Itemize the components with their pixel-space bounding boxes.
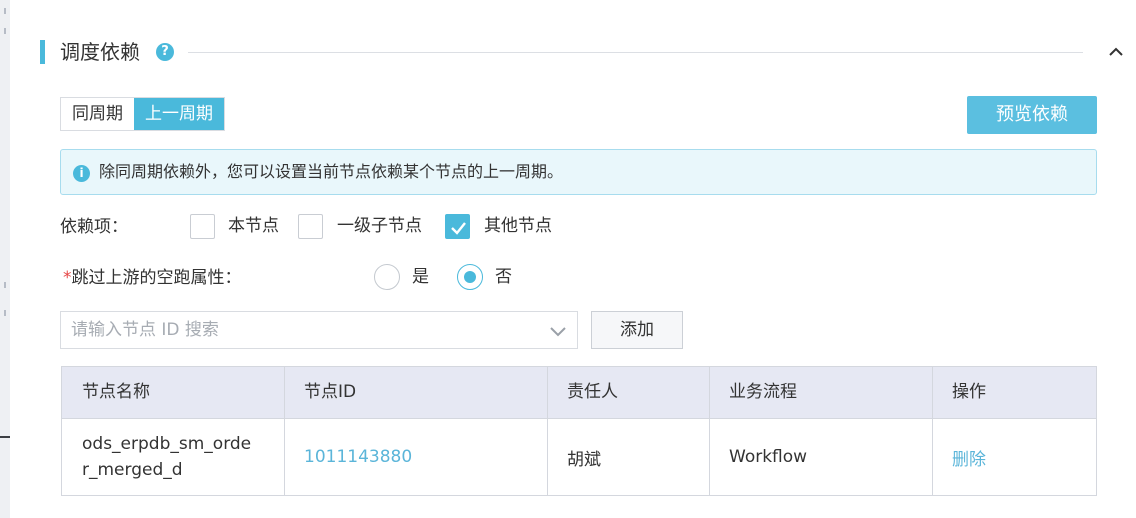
- table-header: 节点名称 节点ID 责任人 业务流程 操作: [62, 367, 1096, 419]
- cell-node-id: 1011143880: [284, 419, 547, 495]
- section-accent-bar: [40, 40, 45, 64]
- radio-yes-label: 是: [412, 267, 429, 287]
- radio-no-label: 否: [495, 267, 512, 287]
- section-header: 调度依赖 ?: [40, 38, 1126, 66]
- info-alert: i 除同周期依赖外，您可以设置当前节点依赖某个节点的上一周期。: [60, 149, 1097, 195]
- column-divider: [547, 367, 548, 495]
- edge-divider: [0, 436, 10, 438]
- radio-yes[interactable]: [374, 264, 400, 290]
- info-text: 除同周期依赖外，您可以设置当前节点依赖某个节点的上一周期。: [99, 162, 564, 181]
- cycle-tab-group: 同周期 上一周期: [60, 97, 225, 131]
- search-placeholder: 请输入节点 ID 搜索: [71, 320, 219, 340]
- node-search-select[interactable]: 请输入节点 ID 搜索: [60, 311, 578, 349]
- section-title: 调度依赖: [60, 40, 140, 64]
- column-header-node-id: 节点ID: [304, 382, 357, 402]
- column-divider: [932, 367, 933, 495]
- column-divider: [709, 367, 710, 495]
- cell-action: 删除: [932, 419, 1096, 495]
- checkbox-first-level-child-label: 一级子节点: [337, 216, 422, 236]
- schedule-dependency-panel: 调度依赖 ? 同周期 上一周期 预览依赖 i 除同周期依赖外，您可以设置当前节点…: [10, 0, 1136, 518]
- check-icon: [451, 222, 466, 235]
- info-icon: i: [73, 165, 90, 182]
- column-divider: [284, 367, 285, 495]
- column-header-workflow: 业务流程: [729, 382, 797, 402]
- column-header-node-name: 节点名称: [82, 382, 150, 402]
- column-header-action: 操作: [952, 382, 986, 402]
- edge-marker: [4, 8, 6, 14]
- checkbox-first-level-child[interactable]: [298, 214, 323, 239]
- edge-marker: [4, 28, 6, 34]
- cell-owner: 胡斌: [567, 449, 601, 470]
- checkbox-this-node[interactable]: [190, 214, 215, 239]
- checkbox-other-nodes-label: 其他节点: [484, 216, 552, 236]
- skip-upstream-label: *跳过上游的空跑属性：: [63, 266, 242, 290]
- dependency-table: 节点名称 节点ID 责任人 业务流程 操作 ods_erpdb_sm_order…: [61, 366, 1097, 496]
- add-button[interactable]: 添加: [591, 311, 683, 349]
- dependency-label: 依赖项：: [60, 217, 128, 237]
- delete-link[interactable]: 删除: [952, 445, 986, 470]
- left-edge-strip: [0, 0, 10, 518]
- chevron-up-icon[interactable]: [1106, 40, 1126, 64]
- edge-marker: [4, 310, 6, 316]
- help-icon[interactable]: ?: [156, 43, 174, 61]
- table-row: ods_erpdb_sm_order_merged_d 1011143880 胡…: [62, 419, 1096, 495]
- chevron-down-icon[interactable]: [549, 323, 567, 337]
- radio-no[interactable]: [457, 264, 483, 290]
- tab-same-cycle[interactable]: 同周期: [61, 98, 134, 130]
- header-divider: [188, 52, 1083, 53]
- cell-workflow: Workflow: [729, 447, 808, 467]
- checkbox-this-node-label: 本节点: [228, 216, 279, 236]
- radio-dot: [464, 271, 476, 283]
- skip-upstream-label-text: 跳过上游的空跑属性：: [71, 268, 242, 288]
- required-mark: *: [63, 268, 72, 288]
- edge-marker: [4, 282, 6, 288]
- preview-dependency-button[interactable]: 预览依赖: [967, 96, 1097, 134]
- node-name-text: ods_erpdb_sm_order_merged_d: [82, 434, 252, 480]
- tab-previous-cycle[interactable]: 上一周期: [134, 98, 224, 130]
- column-header-owner: 责任人: [567, 382, 618, 402]
- node-id-link[interactable]: 1011143880: [304, 447, 412, 467]
- checkbox-other-nodes[interactable]: [445, 214, 470, 239]
- cell-node-name: ods_erpdb_sm_order_merged_d: [62, 419, 284, 495]
